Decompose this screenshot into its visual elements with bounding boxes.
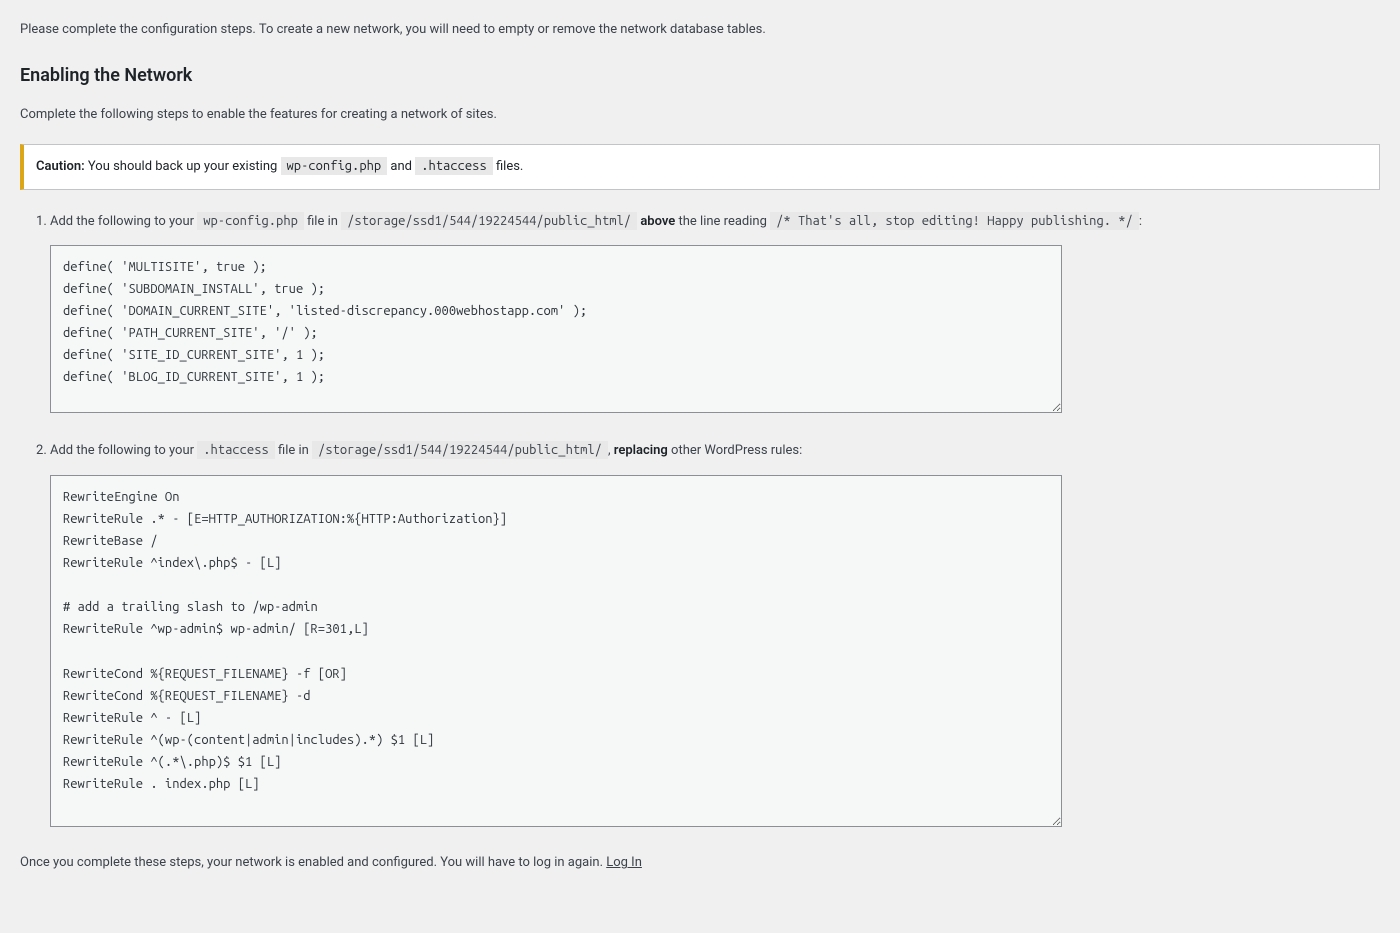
- login-link[interactable]: Log In: [606, 855, 642, 870]
- htaccess-code: .htaccess: [415, 157, 493, 175]
- caution-before: You should back up your existing: [85, 159, 281, 174]
- wpconfig-textarea[interactable]: [50, 245, 1062, 413]
- intro-text: Please complete the configuration steps.…: [20, 20, 1380, 40]
- section-subtext: Complete the following steps to enable t…: [20, 105, 1380, 125]
- caution-notice: Caution: You should back up your existin…: [20, 144, 1380, 190]
- step1-above: above: [640, 214, 675, 229]
- step2-after: other WordPress rules:: [668, 443, 802, 458]
- wpconfig-code: wp-config.php: [281, 157, 388, 175]
- step-1: Add the following to your wp-config.php …: [50, 210, 1380, 420]
- caution-label: Caution:: [36, 159, 85, 174]
- step2-path: /storage/ssd1/544/19224544/public_html/: [312, 441, 608, 459]
- step1-stopline: /* That's all, stop editing! Happy publi…: [770, 212, 1139, 230]
- section-heading: Enabling the Network: [20, 62, 1380, 89]
- step-2: Add the following to your .htaccess file…: [50, 439, 1380, 833]
- step-2-text: Add the following to your .htaccess file…: [50, 439, 1380, 462]
- step1-before: Add the following to your: [50, 214, 197, 229]
- step1-colon: :: [1139, 214, 1142, 229]
- step2-replacing: replacing: [614, 443, 668, 458]
- caution-middle: and: [387, 159, 415, 174]
- step-1-text: Add the following to your wp-config.php …: [50, 210, 1380, 233]
- caution-text: Caution: You should back up your existin…: [36, 157, 1367, 177]
- caution-after: files.: [493, 159, 524, 174]
- step2-filein: file in: [275, 443, 312, 458]
- footer-text: Once you complete these steps, your netw…: [20, 853, 1380, 873]
- step1-file: wp-config.php: [197, 212, 304, 230]
- htaccess-textarea[interactable]: [50, 475, 1062, 827]
- step1-linereading: the line reading: [675, 214, 770, 229]
- step2-before: Add the following to your: [50, 443, 197, 458]
- footer-message: Once you complete these steps, your netw…: [20, 855, 606, 870]
- step1-filein: file in: [304, 214, 341, 229]
- step2-file: .htaccess: [197, 441, 275, 459]
- steps-list: Add the following to your wp-config.php …: [20, 210, 1380, 834]
- step1-path: /storage/ssd1/544/19224544/public_html/: [341, 212, 637, 230]
